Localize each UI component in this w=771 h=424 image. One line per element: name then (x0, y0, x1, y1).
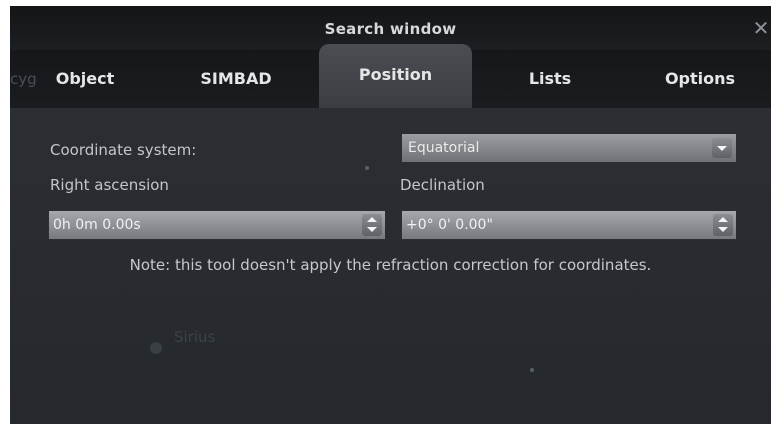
declination-field[interactable] (401, 210, 737, 240)
star-marker (530, 368, 534, 372)
tab-lists[interactable]: Lists (505, 50, 595, 108)
declination-input[interactable] (406, 215, 686, 235)
search-window: Sirius Search window ✕ cyg Object SIMBAD… (10, 6, 771, 424)
declination-label: Declination (400, 176, 485, 194)
spin-arrows-icon[interactable] (713, 214, 733, 236)
tab-label: Object (55, 69, 115, 88)
tab-label: Position (358, 65, 433, 84)
background-fragment: cyg (10, 70, 37, 88)
sky-object-label: Sirius (174, 328, 216, 346)
coordinate-system-select[interactable]: Equatorial (401, 133, 737, 163)
window-title: Search window (324, 20, 457, 38)
star-marker (150, 342, 162, 354)
coordinate-system-value: Equatorial (408, 140, 480, 156)
tab-object[interactable]: Object (40, 50, 130, 108)
spin-arrows-icon[interactable] (362, 214, 382, 236)
tab-options[interactable]: Options (640, 50, 760, 108)
tab-label: Lists (528, 69, 572, 88)
tab-label: SIMBAD (200, 69, 272, 88)
star-marker (365, 166, 369, 170)
tab-label: Options (664, 69, 736, 88)
refraction-note: Note: this tool doesn't apply the refrac… (129, 256, 652, 274)
close-icon[interactable]: ✕ (751, 16, 771, 40)
right-ascension-input[interactable] (53, 215, 333, 235)
tab-position[interactable]: Position (319, 44, 472, 108)
chevron-down-icon[interactable] (712, 138, 732, 158)
right-ascension-label: Right ascension (50, 176, 169, 194)
tab-simbad[interactable]: SIMBAD (186, 50, 286, 108)
right-ascension-field[interactable] (48, 210, 386, 240)
coordinate-system-label: Coordinate system: (50, 141, 197, 159)
